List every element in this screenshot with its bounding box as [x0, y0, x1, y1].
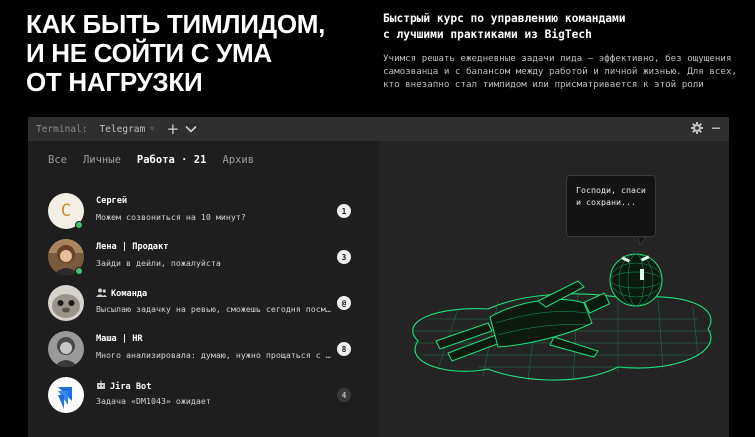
- chat-item-lena[interactable]: Лена | Продакт Зайди в дейли, пожалуйста…: [48, 239, 358, 279]
- online-indicator: [75, 267, 83, 275]
- chat-name-text: Маша | HR: [96, 334, 143, 344]
- course-subtitle: Быстрый курс по управлению командами с л…: [383, 11, 743, 43]
- terminal-tab-telegram[interactable]: Telegram ×: [99, 124, 154, 135]
- close-icon[interactable]: ×: [149, 124, 154, 134]
- chat-name: Команда: [96, 288, 147, 300]
- avatar-letter: С: [60, 201, 72, 221]
- terminal-window: Terminal: Telegram × + Все Личные Работа…: [28, 117, 729, 437]
- tab-all[interactable]: Все: [48, 154, 67, 166]
- chat-item-jira-bot[interactable]: Jira Bot Задача «DM1043» ожидает 4: [48, 377, 358, 417]
- jira-logo-icon: [58, 387, 72, 409]
- chat-last-message: Можем созвониться на 10 минут?: [96, 212, 246, 222]
- chat-last-message: Высылаю задачку на ревью, сможешь сегодн…: [96, 304, 334, 314]
- unread-badge: 4: [337, 388, 351, 402]
- tab-archive[interactable]: Архив: [222, 154, 254, 166]
- plus-icon[interactable]: +: [167, 121, 180, 137]
- subtitle-line-1: Быстрый курс по управлению командами: [383, 12, 626, 25]
- description-line-3: кто внезапно стал тимлидом или присматри…: [383, 79, 704, 90]
- tab-work[interactable]: Работа · 21: [137, 154, 207, 166]
- bubble-line-1: Господи, спаси: [576, 185, 646, 195]
- titlebar-controls: [691, 117, 721, 141]
- chat-name: Сергей: [96, 196, 127, 206]
- chevron-down-icon[interactable]: [185, 125, 197, 133]
- chat-item-sergey[interactable]: С Сергей Можем созвониться на 10 минут? …: [48, 193, 358, 233]
- illustration-panel: Господи, спаси и сохрани...: [378, 141, 729, 437]
- chat-last-message: Много анализировала: думаю, нужно прощат…: [96, 350, 334, 360]
- speech-bubble: Господи, спаси и сохрани...: [566, 175, 656, 237]
- avatar: [48, 331, 84, 367]
- chat-item-team[interactable]: Команда Высылаю задачку на ревью, сможеш…: [48, 285, 358, 325]
- chat-last-message: Зайди в дейли, пожалуйста: [96, 258, 221, 268]
- chat-name: Jira Bot: [96, 380, 151, 393]
- minimize-icon[interactable]: [711, 123, 721, 136]
- unread-badge: 3: [337, 250, 351, 264]
- chat-name: Лена | Продакт: [96, 242, 168, 252]
- description-line-1: Учимся решать ежедневные задачи лида — э…: [383, 53, 732, 64]
- course-description: Учимся решать ежедневные задачи лида — э…: [383, 52, 748, 91]
- terminal-tab-label: Telegram: [99, 123, 146, 135]
- chat-list-panel: Все Личные Работа · 21 Архив С Сергей Мо…: [28, 141, 378, 437]
- headline-line-3: ОТ НАГРУЗКИ: [26, 67, 203, 97]
- chat-name-text: Сергей: [96, 196, 128, 206]
- wireframe-figure-illustration: [412, 236, 713, 382]
- chat-name-text: Команда: [111, 289, 148, 299]
- chat-name: Маша | HR: [96, 334, 143, 344]
- online-indicator: [75, 221, 83, 229]
- unread-badge: 1: [337, 204, 351, 218]
- chat-last-message: Задача «DM1043» ожидает: [96, 396, 211, 406]
- mention-badge: @: [337, 296, 351, 310]
- chat-name-text: Лена | Продакт: [96, 242, 169, 252]
- avatar: [48, 377, 84, 413]
- terminal-label: Terminal:: [36, 123, 88, 135]
- description-line-2: самозванца и с балансом между работой и …: [383, 66, 738, 77]
- chat-folder-tabs: Все Личные Работа · 21 Архив: [48, 154, 254, 166]
- page-headline: КАК БЫТЬ ТИМЛИДОМ, И НЕ СОЙТИ С УМА ОТ Н…: [26, 10, 356, 97]
- gear-icon[interactable]: [691, 121, 703, 137]
- avatar: [48, 285, 84, 321]
- tab-personal[interactable]: Личные: [83, 154, 121, 166]
- bubble-line-2: и сохрани...: [576, 197, 636, 207]
- subtitle-line-2: с лучшими практиками из BigTech: [383, 28, 592, 41]
- group-icon: [96, 288, 107, 300]
- terminal-titlebar: Terminal: Telegram × +: [28, 117, 729, 141]
- headline-line-1: КАК БЫТЬ ТИМЛИДОМ,: [26, 9, 326, 39]
- chat-item-masha[interactable]: Маша | HR Много анализировала: думаю, ну…: [48, 331, 358, 371]
- headline-line-2: И НЕ СОЙТИ С УМА: [26, 38, 272, 68]
- bot-icon: [96, 380, 106, 393]
- chat-name-text: Jira Bot: [110, 381, 152, 392]
- unread-badge: 8: [337, 342, 351, 356]
